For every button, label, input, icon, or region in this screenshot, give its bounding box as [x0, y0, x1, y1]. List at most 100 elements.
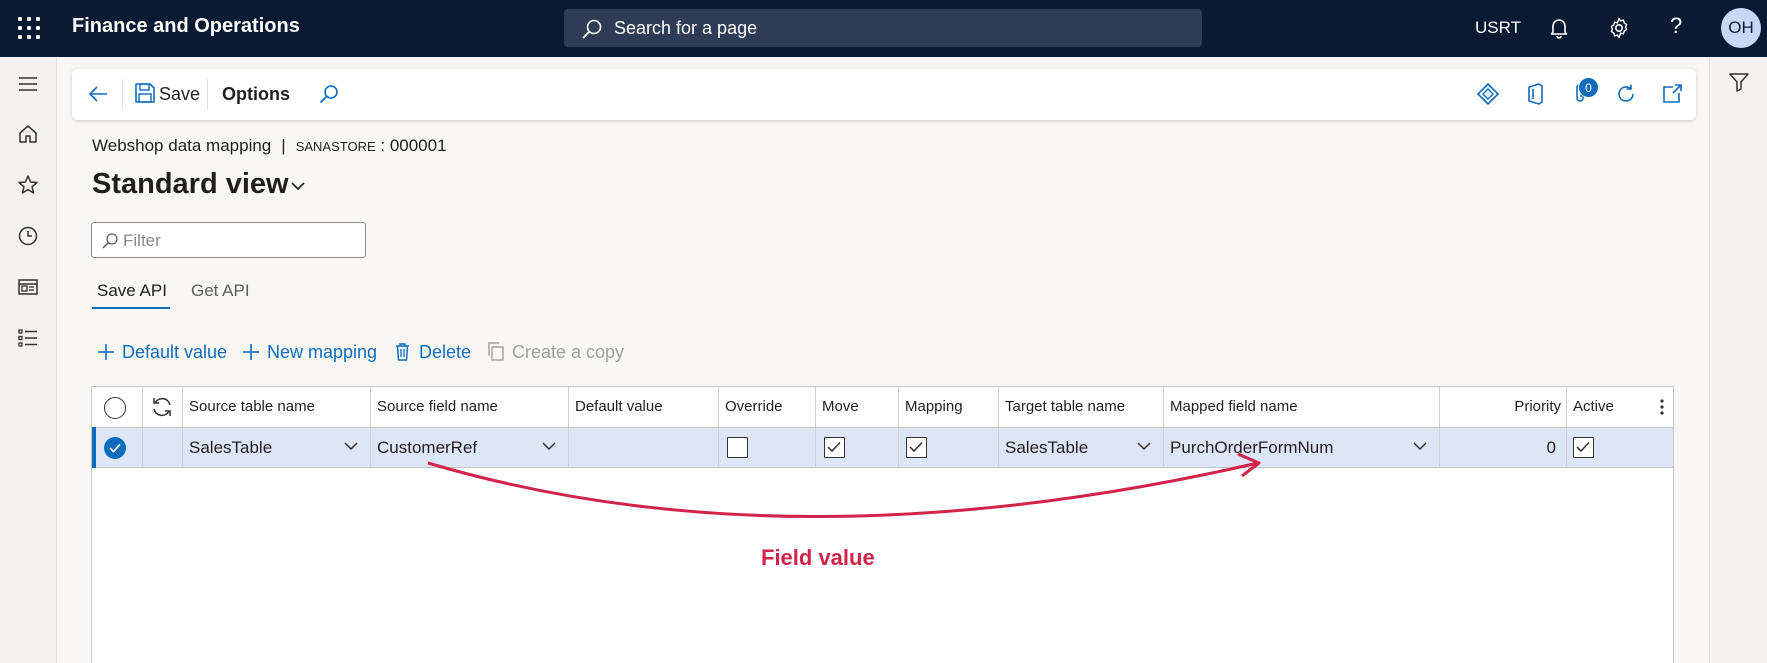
- table-row[interactable]: SalesTable CustomerRef SalesTable PurchO…: [92, 427, 1673, 468]
- override-cell: [719, 428, 816, 467]
- chevron-down-icon[interactable]: [1413, 441, 1427, 451]
- priority-cell[interactable]: 0: [1440, 428, 1567, 467]
- plus-icon: [243, 344, 259, 360]
- select-all-checkbox[interactable]: [104, 397, 126, 419]
- mapping-checkbox[interactable]: [906, 437, 927, 458]
- global-search-input[interactable]: Search for a page: [564, 9, 1202, 47]
- star-icon[interactable]: [16, 173, 40, 197]
- save-icon[interactable]: [133, 81, 157, 105]
- left-navigation: [0, 57, 57, 663]
- target-table-value: SalesTable: [1005, 438, 1089, 457]
- column-header-mapped-field[interactable]: Mapped field name: [1164, 387, 1440, 427]
- column-label: Priority: [1514, 398, 1561, 415]
- right-pane: [1709, 57, 1767, 663]
- column-header-override[interactable]: Override: [719, 387, 816, 427]
- annotation-label: Field value: [761, 545, 875, 570]
- active-checkbox[interactable]: [1573, 437, 1594, 458]
- refresh-icon[interactable]: [1614, 82, 1638, 106]
- column-label: Default value: [575, 398, 663, 415]
- more-options-icon[interactable]: [1660, 399, 1664, 415]
- column-label: Override: [725, 398, 783, 415]
- breadcrumb: Webshop data mapping | SANASTORE : 000001: [92, 136, 447, 156]
- attachments-count-badge: 0: [1578, 77, 1599, 98]
- source-table-cell[interactable]: SalesTable: [183, 428, 371, 467]
- target-table-cell[interactable]: SalesTable: [999, 428, 1164, 467]
- office-icon[interactable]: [1523, 82, 1547, 106]
- chevron-down-icon[interactable]: [1137, 441, 1151, 451]
- avatar[interactable]: OH: [1721, 8, 1761, 48]
- checkmark-icon: [827, 441, 841, 453]
- help-icon[interactable]: ?: [1670, 13, 1682, 39]
- workspace-icon[interactable]: [16, 275, 40, 299]
- save-button[interactable]: Save: [159, 84, 200, 105]
- column-header-active[interactable]: Active: [1567, 387, 1673, 427]
- checkmark-icon: [109, 443, 121, 453]
- home-icon[interactable]: [16, 122, 40, 146]
- row-select-checkbox[interactable]: [104, 437, 126, 459]
- options-button[interactable]: Options: [222, 84, 290, 105]
- refresh-header: [143, 387, 183, 427]
- top-bar: Finance and Operations Search for a page…: [0, 0, 1767, 57]
- source-field-value: CustomerRef: [377, 438, 478, 457]
- mapped-field-cell[interactable]: PurchOrderFormNum: [1164, 428, 1440, 467]
- chevron-down-icon[interactable]: [344, 441, 358, 451]
- bell-icon[interactable]: [1547, 16, 1571, 40]
- filter-placeholder: Filter: [123, 231, 161, 250]
- search-icon[interactable]: [317, 82, 341, 106]
- search-icon: [102, 233, 118, 249]
- app-launcher-icon[interactable]: [18, 17, 40, 39]
- breadcrumb-company: SANASTORE: [295, 139, 376, 154]
- chevron-down-icon[interactable]: [290, 179, 306, 193]
- back-arrow-icon[interactable]: [86, 82, 110, 106]
- column-label: Target table name: [1005, 398, 1126, 415]
- list-icon[interactable]: [16, 326, 40, 350]
- trash-icon: [396, 343, 409, 361]
- move-checkbox[interactable]: [824, 437, 845, 458]
- clock-icon[interactable]: [16, 224, 40, 248]
- open-new-window-icon[interactable]: [1660, 82, 1684, 106]
- hamburger-icon[interactable]: [16, 72, 40, 96]
- power-apps-icon[interactable]: [1476, 82, 1500, 106]
- column-header-move[interactable]: Move: [816, 387, 899, 427]
- column-label: Source table name: [189, 398, 315, 415]
- tab-save-api[interactable]: Save API: [97, 281, 167, 301]
- view-selector[interactable]: Standard view: [92, 168, 289, 201]
- delete-button[interactable]: Delete: [419, 342, 471, 363]
- plus-icon: [98, 344, 114, 360]
- sync-icon[interactable]: [150, 396, 174, 418]
- filter-input[interactable]: Filter: [91, 222, 366, 258]
- column-label: Source field name: [377, 398, 498, 415]
- override-checkbox[interactable]: [727, 437, 748, 458]
- row-select-cell: [92, 428, 143, 467]
- breadcrumb-form-name: Webshop data mapping: [92, 136, 272, 155]
- company-picker[interactable]: USRT: [1475, 18, 1521, 38]
- gear-icon[interactable]: [1607, 16, 1631, 40]
- separator: [207, 79, 208, 110]
- checkmark-icon: [909, 441, 923, 453]
- action-pane: Save Options: [72, 69, 1696, 120]
- filter-funnel-icon[interactable]: [1728, 71, 1750, 93]
- app-title[interactable]: Finance and Operations: [72, 15, 300, 38]
- column-header-source-field[interactable]: Source field name: [371, 387, 569, 427]
- select-all-header: [92, 387, 143, 427]
- move-cell: [816, 428, 899, 467]
- row-spacer-cell: [143, 428, 183, 467]
- default-value-button[interactable]: Default value: [122, 342, 227, 363]
- selected-row-indicator: [92, 427, 96, 468]
- new-mapping-button[interactable]: New mapping: [267, 342, 377, 363]
- column-header-target-table[interactable]: Target table name: [999, 387, 1164, 427]
- chevron-down-icon[interactable]: [542, 441, 556, 451]
- column-header-default-value[interactable]: Default value: [569, 387, 719, 427]
- column-header-priority[interactable]: Priority: [1440, 387, 1567, 427]
- tab-get-api[interactable]: Get API: [191, 281, 250, 301]
- source-field-cell[interactable]: CustomerRef: [371, 428, 569, 467]
- create-copy-button[interactable]: Create a copy: [512, 342, 624, 363]
- column-label: Mapped field name: [1170, 398, 1298, 415]
- breadcrumb-record: : 000001: [380, 136, 447, 155]
- checkmark-icon: [1576, 441, 1590, 453]
- copy-icon: [488, 342, 504, 361]
- column-header-mapping[interactable]: Mapping: [899, 387, 999, 427]
- column-header-source-table[interactable]: Source table name: [183, 387, 371, 427]
- default-value-cell[interactable]: [569, 428, 719, 467]
- mapping-cell: [899, 428, 999, 467]
